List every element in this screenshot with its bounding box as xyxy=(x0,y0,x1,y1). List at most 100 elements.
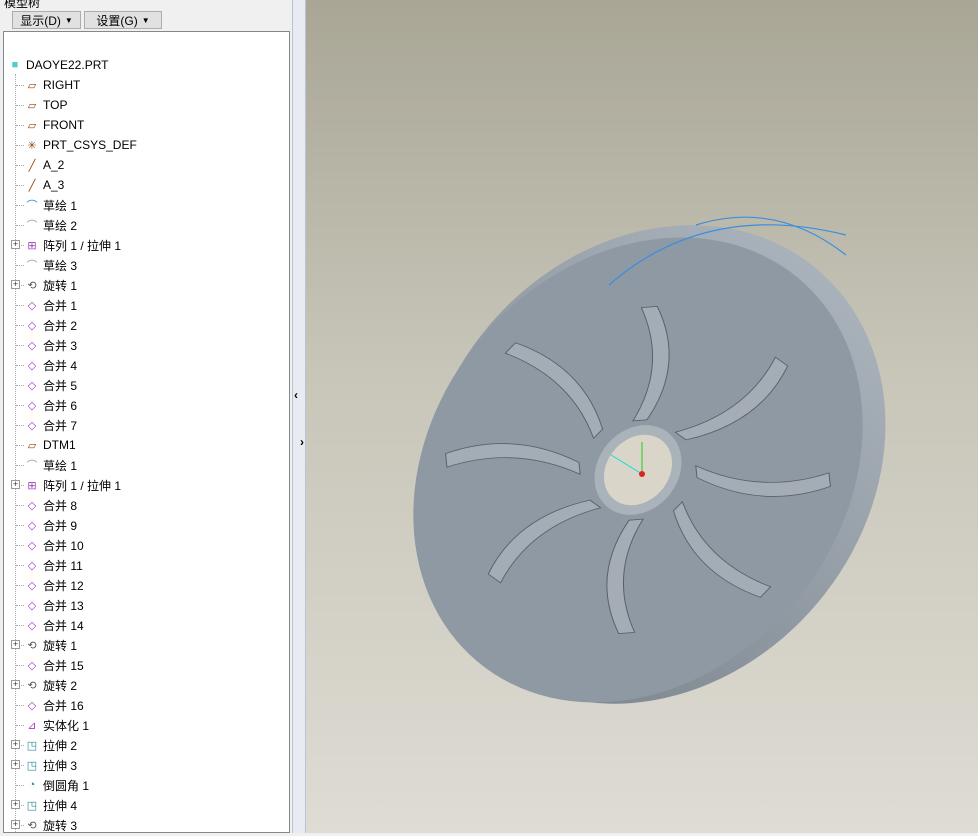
expand-toggle[interactable]: + xyxy=(11,760,20,769)
extrude-icon: ◳ xyxy=(26,799,38,812)
expand-toggle[interactable]: + xyxy=(11,800,20,809)
settings-menu-button[interactable]: 设置(G) ▼ xyxy=(84,11,162,29)
tree-item-label: 合并 2 xyxy=(43,318,78,333)
tree-item[interactable]: ⌒ 草绘 1 xyxy=(24,195,78,215)
tree-item[interactable]: ⌒ 草绘 1 xyxy=(24,455,78,475)
expand-toggle[interactable]: + xyxy=(11,480,20,489)
tree-item[interactable]: ◇ 合并 5 xyxy=(24,375,77,395)
tree-item-label: 合并 15 xyxy=(43,658,84,673)
tree-connector xyxy=(16,165,24,166)
merge-icon: ◇ xyxy=(27,299,37,312)
tree-item[interactable]: ╱ A_2 xyxy=(24,155,65,175)
tree-item[interactable]: ▱ FRONT xyxy=(24,115,85,135)
tree-connector xyxy=(16,385,24,386)
tree-item[interactable]: ▱ TOP xyxy=(24,95,68,115)
merge-icon: ◇ xyxy=(27,499,37,512)
tree-item[interactable]: ⌒ 草绘 3 xyxy=(24,255,78,275)
tree-item-label: 合并 8 xyxy=(43,498,78,513)
tree-item-label: 拉伸 3 xyxy=(43,758,78,773)
tree-item[interactable]: ⌒ 草绘 2 xyxy=(24,215,78,235)
tree-connector xyxy=(16,305,24,306)
expand-toggle[interactable]: + xyxy=(11,640,20,649)
tree-item[interactable]: ◇ 合并 3 xyxy=(24,335,77,355)
tree-item[interactable]: ◇ 合并 2 xyxy=(24,315,77,335)
tree-connector xyxy=(16,205,24,206)
tree-item[interactable]: ◇ 合并 10 xyxy=(24,535,84,555)
tree-item-label: 旋转 1 xyxy=(43,638,78,653)
revolve-icon: ⟲ xyxy=(27,679,37,692)
model-tree[interactable]: ■ DAOYE22.PRT ▱ RIGHT ▱ TOP ▱ FRONT ✳ PRT_CSYS_DE… xyxy=(3,31,290,833)
impeller-model xyxy=(413,216,886,704)
tree-item-label: 实体化 1 xyxy=(43,718,90,733)
tree-item-label: 合并 9 xyxy=(43,518,78,533)
expand-right-icon[interactable]: › xyxy=(300,435,304,449)
tree-connector xyxy=(16,85,24,86)
tree-connector xyxy=(16,405,24,406)
revolve-icon: ⟲ xyxy=(27,819,37,832)
sketch-icon: ⌒ xyxy=(26,220,38,232)
tree-item-label: 旋转 2 xyxy=(43,678,78,693)
tree-item[interactable]: ⟲ 旋转 3 xyxy=(24,815,77,833)
tree-connector xyxy=(16,585,24,586)
expand-toggle[interactable]: + xyxy=(11,820,20,829)
tree-item-label: 旋转 3 xyxy=(43,818,78,833)
tree-item[interactable]: ◇ 合并 6 xyxy=(24,395,77,415)
tree-item[interactable]: ◇ 合并 15 xyxy=(24,655,84,675)
tree-item[interactable]: ◳ 拉伸 2 xyxy=(24,735,77,755)
tree-item[interactable]: ⊿ 实体化 1 xyxy=(24,715,89,735)
tree-item[interactable]: ◇ 合并 14 xyxy=(24,615,84,635)
plane-icon: ▱ xyxy=(27,99,37,112)
merge-icon: ◇ xyxy=(27,379,37,392)
tree-item[interactable]: ╱ A_3 xyxy=(24,175,65,195)
tree-item[interactable]: ◇ 合并 11 xyxy=(24,555,83,575)
tree-connector xyxy=(16,785,24,786)
tree-item[interactable]: ⟲ 旋转 1 xyxy=(24,635,77,655)
tree-connector xyxy=(16,545,24,546)
tree-item[interactable]: ⊞ 阵列 1 / 拉伸 1 xyxy=(24,235,121,255)
tree-item[interactable]: ▱ DTM1 xyxy=(24,435,76,455)
panel-title: 模型树 xyxy=(4,0,41,10)
extrude-icon: ◳ xyxy=(26,759,38,772)
tree-item[interactable]: ◇ 合并 4 xyxy=(24,355,77,375)
tree-connector xyxy=(16,665,24,666)
tree-connector xyxy=(16,725,24,726)
tree-item-label: 倒圆角 1 xyxy=(43,778,90,793)
plane-icon: ▱ xyxy=(27,119,37,132)
collapse-left-icon[interactable]: ‹ xyxy=(294,388,298,402)
tree-item-label: DAOYE22.PRT xyxy=(26,58,109,72)
tree-item[interactable]: ⟲ 旋转 1 xyxy=(24,275,77,295)
tree-item[interactable]: ◇ 合并 7 xyxy=(24,415,77,435)
tree-connector xyxy=(16,505,24,506)
merge-icon: ◇ xyxy=(27,519,37,532)
plane-icon: ▱ xyxy=(27,439,37,452)
merge-icon: ◇ xyxy=(27,539,37,552)
tree-item[interactable]: ◳ 拉伸 3 xyxy=(24,755,77,775)
tree-item[interactable]: ◇ 合并 12 xyxy=(24,575,84,595)
tree-item[interactable]: ◇ 合并 16 xyxy=(24,695,84,715)
tree-item[interactable]: ✳ PRT_CSYS_DEF xyxy=(24,135,137,155)
tree-item[interactable]: ◳ 拉伸 4 xyxy=(24,795,77,815)
tree-item[interactable]: ⊞ 阵列 1 / 拉伸 1 xyxy=(24,475,121,495)
dropdown-arrow-icon: ▼ xyxy=(64,15,73,25)
pattern-icon: ⊞ xyxy=(27,239,37,252)
part-icon: ■ xyxy=(11,59,19,71)
tree-item[interactable]: ◇ 合并 13 xyxy=(24,595,84,615)
tree-item[interactable]: ◇ 合并 8 xyxy=(24,495,77,515)
expand-toggle[interactable]: + xyxy=(11,240,20,249)
tree-item[interactable]: ◔ 倒圆角 1 xyxy=(24,775,89,795)
show-menu-button[interactable]: 显示(D) ▼ xyxy=(12,11,81,29)
tree-item[interactable]: ■ DAOYE22.PRT xyxy=(7,55,109,75)
expand-toggle[interactable]: + xyxy=(11,740,20,749)
expand-toggle[interactable]: + xyxy=(11,280,20,289)
tree-item[interactable]: ⟲ 旋转 2 xyxy=(24,675,77,695)
tree-item[interactable]: ▱ RIGHT xyxy=(24,75,81,95)
tree-item-label: PRT_CSYS_DEF xyxy=(43,138,137,152)
tree-connector xyxy=(16,705,24,706)
tree-item[interactable]: ◇ 合并 9 xyxy=(24,515,77,535)
panel-splitter[interactable]: ‹ › xyxy=(292,0,306,833)
expand-toggle[interactable]: + xyxy=(11,680,20,689)
merge-icon: ◇ xyxy=(27,319,37,332)
tree-item[interactable]: ◇ 合并 1 xyxy=(24,295,77,315)
tree-item-label: 旋转 1 xyxy=(43,278,78,293)
graphics-viewport[interactable] xyxy=(306,0,978,833)
